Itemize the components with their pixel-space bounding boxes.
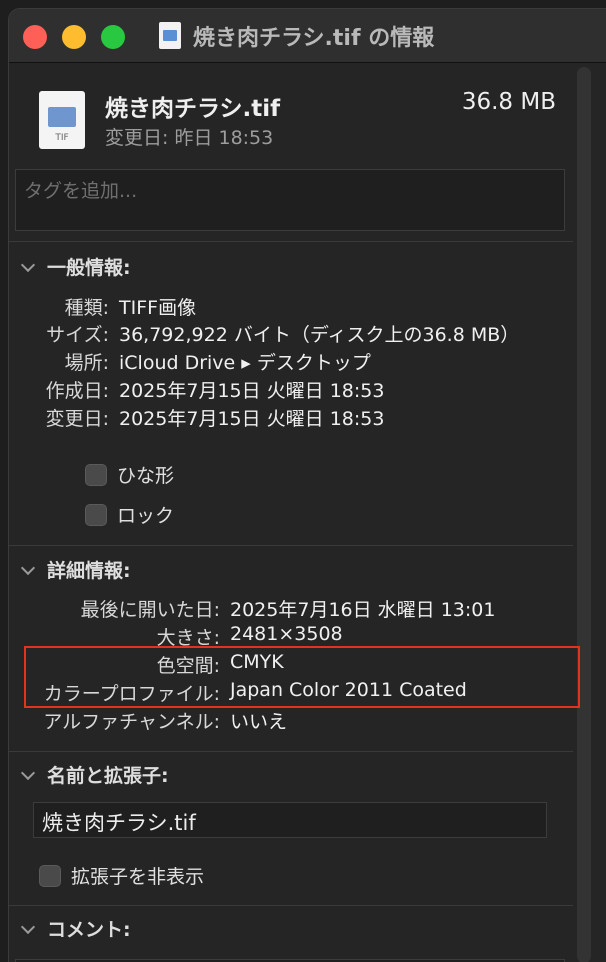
chevron-down-icon — [20, 765, 36, 781]
section-name-ext-heading: 名前と拡張子: — [47, 765, 169, 787]
file-name: 焼き肉チラシ.tif — [105, 96, 281, 122]
info-row-created: 作成日: 2025年7月15日 火曜日 18:53 — [9, 376, 569, 402]
image-preview-icon — [48, 107, 76, 127]
divider — [9, 545, 573, 546]
info-row-modified: 変更日: 2025年7月15日 火曜日 18:53 — [9, 404, 569, 430]
stationery-checkbox[interactable] — [85, 463, 107, 486]
divider — [9, 751, 573, 752]
row-label: 最後に開いた日: — [80, 599, 220, 621]
locked-label: ロック — [117, 505, 175, 527]
row-value: いいえ — [230, 711, 288, 733]
zoom-button[interactable] — [101, 25, 125, 49]
divider — [9, 241, 573, 242]
hide-extension-row[interactable]: 拡張子を非表示 — [39, 862, 204, 889]
info-window: 焼き肉チラシ.tif の情報 TIF 焼き肉チラシ.tif 36.8 MB 変更… — [8, 8, 606, 962]
section-comments[interactable]: コメント: — [20, 915, 131, 942]
row-label: アルファチャンネル: — [43, 711, 220, 733]
row-label: サイズ: — [46, 324, 109, 346]
tags-input[interactable]: タグを追加... — [15, 169, 565, 231]
row-value: TIFF画像 — [119, 297, 197, 319]
tif-file-icon: TIF — [39, 91, 85, 149]
section-general-heading: 一般情報: — [47, 257, 131, 279]
locked-checkbox-row[interactable]: ロック — [85, 501, 174, 528]
info-row-size: サイズ: 36,792,922 バイト（ディスク上の36.8 MB） — [9, 320, 569, 346]
chevron-down-icon — [20, 560, 36, 576]
locked-checkbox[interactable] — [85, 503, 107, 526]
chevron-down-icon — [20, 919, 36, 935]
divider — [9, 905, 573, 906]
vertical-scrollbar[interactable] — [577, 67, 591, 962]
modified-date: 変更日: 昨日 18:53 — [105, 127, 274, 149]
section-name-ext[interactable]: 名前と拡張子: — [20, 761, 169, 788]
detail-row-alpha: アルファチャンネル: いいえ — [9, 707, 569, 733]
info-row-location: 場所: iCloud Drive ▸ デスクトップ — [9, 348, 569, 374]
info-row-kind: 種類: TIFF画像 — [9, 293, 569, 319]
stationery-label: ひな形 — [117, 465, 175, 487]
row-value: 2025年7月15日 火曜日 18:53 — [119, 380, 385, 402]
section-details[interactable]: 詳細情報: — [20, 556, 131, 583]
row-value: iCloud Drive ▸ デスクトップ — [119, 352, 371, 374]
section-comments-heading: コメント: — [47, 919, 131, 941]
row-value: 36,792,922 バイト（ディスク上の36.8 MB） — [119, 324, 520, 346]
annotation-highlight-box — [24, 646, 580, 708]
section-general[interactable]: 一般情報: — [20, 253, 131, 280]
row-label: 種類: — [64, 297, 109, 319]
document-icon — [159, 22, 181, 49]
row-label: 変更日: — [45, 408, 109, 430]
minimize-button[interactable] — [62, 25, 86, 49]
chevron-down-icon — [20, 257, 36, 273]
row-value: 2481×3508 — [230, 623, 343, 645]
hide-extension-checkbox[interactable] — [39, 864, 61, 887]
file-name-input[interactable]: 焼き肉チラシ.tif — [33, 802, 547, 838]
close-button[interactable] — [23, 25, 47, 49]
file-icon-ext: TIF — [55, 133, 69, 143]
file-size: 36.8 MB — [461, 89, 556, 115]
stationery-checkbox-row[interactable]: ひな形 — [85, 461, 174, 488]
row-label: 作成日: — [45, 380, 109, 402]
row-label: 場所: — [64, 352, 109, 374]
title-bar: 焼き肉チラシ.tif の情報 — [9, 9, 606, 63]
row-value: 2025年7月15日 火曜日 18:53 — [119, 408, 385, 430]
hide-extension-label: 拡張子を非表示 — [71, 866, 205, 888]
row-value: 2025年7月16日 水曜日 13:01 — [230, 599, 496, 621]
section-details-heading: 詳細情報: — [47, 560, 131, 582]
window-title: 焼き肉チラシ.tif の情報 — [193, 26, 435, 51]
detail-row-last-opened: 最後に開いた日: 2025年7月16日 水曜日 13:01 — [9, 595, 569, 621]
